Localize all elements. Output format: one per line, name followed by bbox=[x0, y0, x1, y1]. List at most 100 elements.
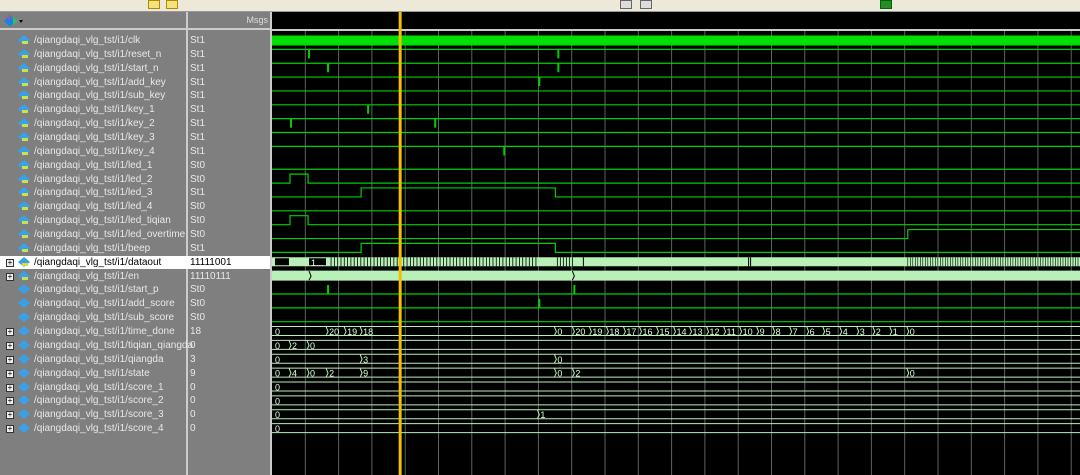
bus-transition bbox=[359, 367, 363, 378]
signal-row[interactable]: /qiangdaqi_vlg_tst/i1/key_3 St1 bbox=[0, 131, 270, 144]
bus-segment bbox=[275, 258, 289, 266]
signal-row[interactable]: /qiangdaqi_vlg_tst/i1/beep St1 bbox=[0, 242, 270, 255]
bus-value-label: 3 bbox=[860, 327, 865, 337]
signal-name: /qiangdaqi_vlg_tst/i1/led_overtime bbox=[34, 229, 186, 241]
bus-value-label: 2 bbox=[292, 341, 297, 351]
signal-name: /qiangdaqi_vlg_tst/i1/reset_n bbox=[34, 48, 162, 60]
signal-row[interactable]: /qiangdaqi_vlg_tst/i1/led_3 St1 bbox=[0, 186, 270, 199]
signal-value: St1 bbox=[190, 104, 206, 116]
bus-value-label: 2 bbox=[876, 327, 881, 337]
waveform-area[interactable]: 1...0 20 19 18 0 20 19 18 17 16 15 14 13 12 11 10 9 8 7 6 5 4… bbox=[272, 12, 1080, 475]
toolbar-button[interactable] bbox=[640, 0, 652, 9]
toolbar-button[interactable] bbox=[166, 0, 178, 9]
signal-row[interactable]: /qiangdaqi_vlg_tst/i1/led_tiqian St0 bbox=[0, 214, 270, 227]
bus-value-label: 0 bbox=[310, 369, 315, 379]
bus-value-label: 19 bbox=[347, 327, 357, 337]
signal-name: /qiangdaqi_vlg_tst/i1/led_3 bbox=[34, 187, 153, 199]
bus-transition bbox=[839, 326, 843, 336]
signal-icon bbox=[18, 339, 30, 350]
expand-icon[interactable]: + bbox=[6, 411, 14, 420]
signal-row[interactable]: /qiangdaqi_vlg_tst/i1/clk St1 bbox=[0, 34, 270, 47]
bus-value-label: 1... bbox=[311, 258, 324, 268]
toolbar-button[interactable] bbox=[620, 0, 632, 9]
toolbar-button[interactable] bbox=[148, 0, 160, 9]
signal-icon bbox=[18, 118, 30, 129]
bus-value-label: 3 bbox=[363, 355, 368, 365]
signal-value: 11111001 bbox=[190, 256, 232, 268]
expand-icon[interactable]: + bbox=[6, 272, 14, 281]
signal-row[interactable]: /qiangdaqi_vlg_tst/i1/sub_score St0 bbox=[0, 311, 270, 324]
signal-row[interactable]: /qiangdaqi_vlg_tst/i1/reset_n St1 bbox=[0, 48, 270, 61]
signal-icon bbox=[18, 395, 30, 406]
signal-icon bbox=[18, 187, 30, 198]
signal-row[interactable]: /qiangdaqi_vlg_tst/i1/start_p St0 bbox=[0, 283, 270, 296]
pulse-mark bbox=[434, 118, 437, 128]
signal-row[interactable]: /qiangdaqi_vlg_tst/i1/sub_key St1 bbox=[0, 89, 270, 102]
signal-row[interactable]: /qiangdaqi_vlg_tst/i1/led_1 St0 bbox=[0, 159, 270, 172]
signal-row[interactable]: /qiangdaqi_vlg_tst/i1/add_key St1 bbox=[0, 76, 270, 89]
signal-row[interactable]: + /qiangdaqi_vlg_tst/i1/en 11110111 bbox=[0, 270, 270, 283]
signal-row[interactable]: /qiangdaqi_vlg_tst/i1/key_4 St1 bbox=[0, 145, 270, 158]
signal-name: /qiangdaqi_vlg_tst/i1/add_key bbox=[34, 76, 166, 88]
signal-row[interactable]: + /qiangdaqi_vlg_tst/i1/tiqian_qiangda 0 bbox=[0, 339, 270, 352]
bus-wave bbox=[272, 271, 1080, 281]
signal-name: /qiangdaqi_vlg_tst/i1/state bbox=[34, 367, 150, 379]
signal-row[interactable]: /qiangdaqi_vlg_tst/i1/add_score St0 bbox=[0, 297, 270, 310]
signal-row[interactable]: /qiangdaqi_vlg_tst/i1/led_overtime St0 bbox=[0, 228, 270, 241]
signal-row[interactable]: /qiangdaqi_vlg_tst/i1/led_2 St0 bbox=[0, 173, 270, 186]
expand-icon[interactable]: + bbox=[6, 383, 14, 392]
signal-name: /qiangdaqi_vlg_tst/i1/qiangda bbox=[34, 353, 164, 365]
expand-icon[interactable]: + bbox=[6, 328, 14, 337]
expand-icon[interactable]: + bbox=[6, 397, 14, 406]
signal-row[interactable]: + /qiangdaqi_vlg_tst/i1/score_4 0 bbox=[0, 422, 270, 435]
signal-row[interactable]: + /qiangdaqi_vlg_tst/i1/dataout 11111001 bbox=[0, 255, 270, 269]
signal-row[interactable]: /qiangdaqi_vlg_tst/i1/start_n St1 bbox=[0, 62, 270, 75]
signal-row[interactable]: /qiangdaqi_vlg_tst/i1/led_4 St0 bbox=[0, 200, 270, 213]
signal-value: St1 bbox=[190, 48, 206, 60]
signal-row[interactable]: + /qiangdaqi_vlg_tst/i1/time_done 18 bbox=[0, 325, 270, 338]
signal-row[interactable]: + /qiangdaqi_vlg_tst/i1/qiangda 3 bbox=[0, 353, 270, 366]
expand-icon[interactable]: + bbox=[6, 369, 14, 378]
signal-row[interactable]: + /qiangdaqi_vlg_tst/i1/state 9 bbox=[0, 367, 270, 380]
signal-row[interactable]: /qiangdaqi_vlg_tst/i1/key_2 St1 bbox=[0, 117, 270, 130]
wave-diamond-icon[interactable] bbox=[3, 14, 23, 28]
signal-value: St1 bbox=[190, 242, 206, 254]
signal-row[interactable]: + /qiangdaqi_vlg_tst/i1/score_2 0 bbox=[0, 394, 270, 407]
bus-value-label: 0 bbox=[275, 383, 280, 393]
expand-icon[interactable]: + bbox=[6, 425, 14, 434]
signal-icon bbox=[18, 423, 30, 434]
bus-transition bbox=[673, 326, 677, 336]
signal-row[interactable]: + /qiangdaqi_vlg_tst/i1/score_1 0 bbox=[0, 381, 270, 394]
signal-row[interactable]: /qiangdaqi_vlg_tst/i1/key_1 St1 bbox=[0, 103, 270, 116]
bus-transition bbox=[325, 367, 329, 378]
clock-wave bbox=[272, 35, 1080, 46]
bus-value-label: 0 bbox=[275, 327, 280, 337]
signal-value: St1 bbox=[190, 145, 206, 157]
signal-icon bbox=[18, 270, 30, 281]
signal-value: St0 bbox=[190, 284, 206, 296]
signal-row[interactable]: + /qiangdaqi_vlg_tst/i1/score_3 0 bbox=[0, 408, 270, 421]
toolbar-button[interactable] bbox=[880, 0, 892, 9]
time-cursor[interactable] bbox=[398, 12, 402, 475]
bus-value-label: 0 bbox=[275, 355, 280, 365]
signal-value: St0 bbox=[190, 215, 206, 227]
bus-value-label: 10 bbox=[743, 327, 753, 337]
bus-value-label: 0 bbox=[275, 396, 280, 406]
bit-wave bbox=[272, 242, 1080, 253]
signal-value: St1 bbox=[190, 132, 206, 144]
expand-icon[interactable]: + bbox=[6, 355, 14, 364]
signal-value: St0 bbox=[190, 201, 206, 213]
bit-wave bbox=[272, 173, 1080, 184]
bus-transition bbox=[856, 326, 860, 336]
bus-value-label: 18 bbox=[609, 327, 619, 337]
bus-transition bbox=[553, 354, 557, 364]
bus-transition bbox=[723, 326, 727, 336]
bus-transition bbox=[553, 367, 557, 378]
signal-value: 11110111 bbox=[190, 270, 231, 282]
signal-value: 0 bbox=[190, 409, 196, 421]
expand-icon[interactable]: + bbox=[6, 258, 14, 267]
bus-transition bbox=[906, 367, 910, 378]
signal-value: 9 bbox=[190, 367, 196, 379]
bus-transition bbox=[872, 326, 876, 336]
expand-icon[interactable]: + bbox=[6, 341, 14, 350]
